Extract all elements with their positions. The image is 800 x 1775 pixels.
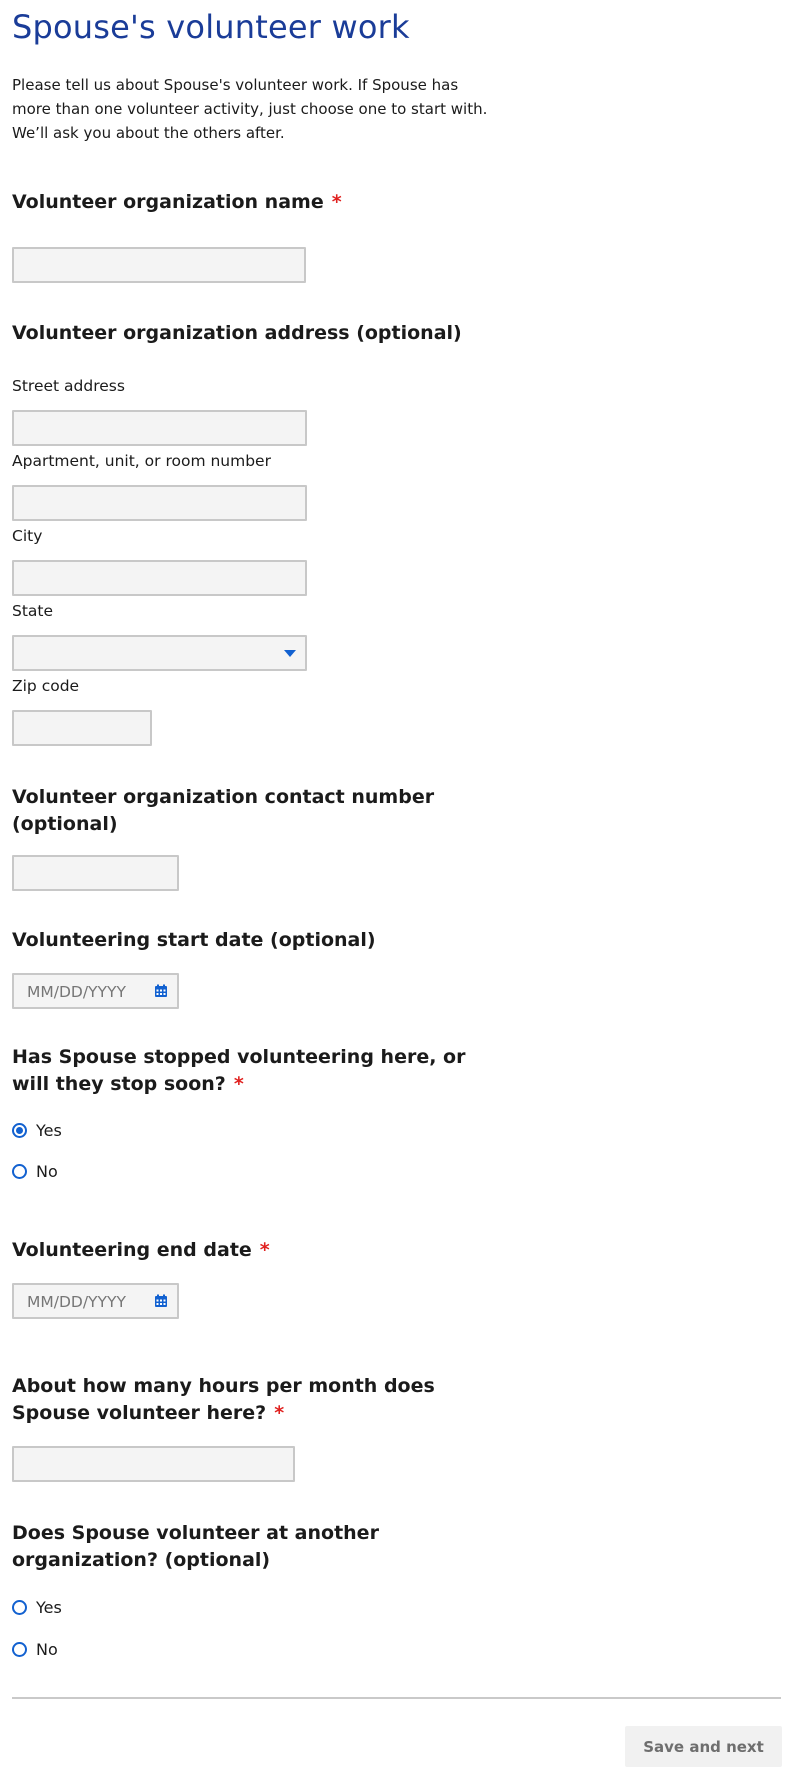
end-date-label: Volunteering end date: [12, 1239, 252, 1261]
street-address-label: Street address: [12, 377, 125, 395]
zip-code-input[interactable]: [12, 710, 152, 746]
start-date-input[interactable]: MM/DD/YYYY: [12, 973, 179, 1009]
address-question: Volunteer organization address (optional…: [12, 322, 462, 344]
end-date-question: Volunteering end date *: [12, 1237, 270, 1264]
stopped-no-label: No: [36, 1162, 58, 1181]
another-org-question: Does Spouse volunteer at another organiz…: [12, 1522, 379, 1571]
calendar-icon[interactable]: [154, 984, 168, 998]
footer-divider: [12, 1697, 781, 1699]
radio-unselected-icon[interactable]: [12, 1642, 27, 1657]
apartment-input[interactable]: [12, 485, 307, 521]
stopped-volunteering-question: Has Spouse stopped volunteering here, or…: [12, 1044, 482, 1098]
org-name-input[interactable]: [12, 247, 306, 283]
start-date-placeholder: MM/DD/YYYY: [27, 983, 126, 1001]
contact-number-question: Volunteer organization contact number (o…: [12, 786, 435, 835]
start-date-question: Volunteering start date (optional): [12, 929, 376, 951]
contact-number-input[interactable]: [12, 855, 179, 891]
stopped-yes-label: Yes: [36, 1121, 62, 1140]
state-label: State: [12, 602, 54, 620]
chevron-down-icon: [284, 650, 296, 657]
radio-selected-icon[interactable]: [12, 1123, 27, 1138]
calendar-icon[interactable]: [154, 1294, 168, 1308]
intro-text: Please tell us about Spouse's volunteer …: [12, 76, 488, 142]
street-address-input[interactable]: [12, 410, 307, 446]
zip-code-label: Zip code: [12, 677, 80, 695]
end-date-placeholder: MM/DD/YYYY: [27, 1293, 126, 1311]
another-yes-label: Yes: [36, 1598, 62, 1617]
required-mark: *: [259, 1239, 270, 1261]
city-input[interactable]: [12, 560, 307, 596]
another-no-label: No: [36, 1640, 58, 1659]
required-mark: *: [233, 1073, 244, 1095]
hours-question: About how many hours per month does Spou…: [12, 1373, 492, 1427]
org-name-question: Volunteer organization name *: [12, 189, 342, 216]
page-title: Spouse's volunteer work: [12, 8, 410, 46]
radio-unselected-icon[interactable]: [12, 1164, 27, 1179]
city-label: City: [12, 527, 43, 545]
state-select[interactable]: [12, 635, 307, 671]
required-mark: *: [331, 191, 342, 213]
hours-label: About how many hours per month does Spou…: [12, 1375, 435, 1424]
save-and-next-button[interactable]: Save and next: [625, 1726, 782, 1767]
hours-input[interactable]: [12, 1446, 295, 1482]
apartment-label: Apartment, unit, or room number: [12, 452, 271, 470]
radio-unselected-icon[interactable]: [12, 1600, 27, 1615]
required-mark: *: [274, 1402, 285, 1424]
org-name-label: Volunteer organization name: [12, 191, 324, 213]
end-date-input[interactable]: MM/DD/YYYY: [12, 1283, 179, 1319]
